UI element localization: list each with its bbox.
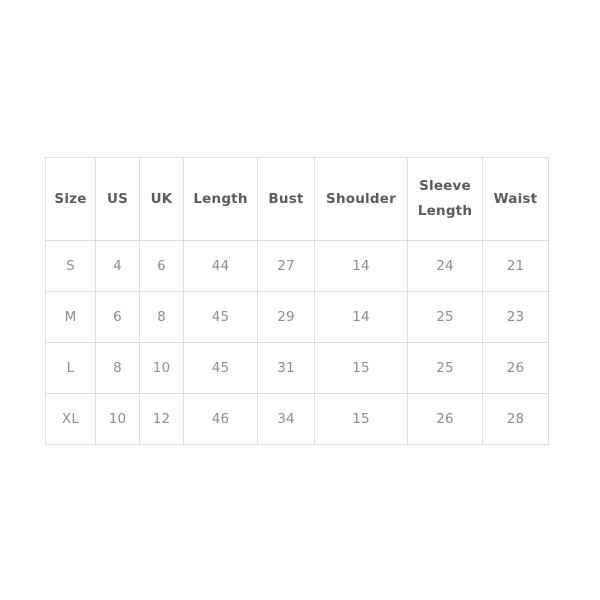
cell-waist: 23 — [482, 291, 549, 343]
size-chart-table: Size US UK Length Bust Shoulder Sleeve L… — [45, 157, 549, 445]
cell-shoulder: 15 — [314, 342, 408, 394]
column-header-uk-line-1: UK — [150, 190, 173, 207]
cell-waist: 28 — [482, 393, 549, 445]
column-header-sleeve-length: Sleeve Length — [407, 157, 483, 241]
column-header-uk: UK — [139, 157, 184, 241]
column-header-us-line-1: US — [106, 190, 129, 207]
cell-bust: 31 — [257, 342, 315, 394]
cell-sleeve-length: 25 — [407, 291, 483, 343]
column-header-length: Length — [183, 157, 258, 241]
column-header-shoulder-line-1: Shoulder — [326, 190, 396, 207]
cell-length: 45 — [183, 291, 258, 343]
cell-length: 45 — [183, 342, 258, 394]
cell-us: 4 — [95, 240, 140, 292]
cell-uk: 8 — [139, 291, 184, 343]
cell-shoulder: 14 — [314, 240, 408, 292]
cell-length: 44 — [183, 240, 258, 292]
column-header-bust-line-1: Bust — [268, 190, 304, 207]
column-header-sleeve-length-line-2: Length — [417, 203, 473, 219]
cell-us: 8 — [95, 342, 140, 394]
cell-us: 6 — [95, 291, 140, 343]
table-row: L 8 10 45 31 15 25 26 — [45, 342, 549, 394]
cell-us: 10 — [95, 393, 140, 445]
column-header-length-line-1: Length — [193, 190, 248, 207]
cell-size: XL — [45, 393, 96, 445]
cell-shoulder: 14 — [314, 291, 408, 343]
table-row: XL 10 12 46 34 15 26 28 — [45, 393, 549, 445]
column-header-size: Size — [45, 157, 96, 241]
cell-bust: 29 — [257, 291, 315, 343]
cell-bust: 27 — [257, 240, 315, 292]
cell-size: L — [45, 342, 96, 394]
cell-waist: 21 — [482, 240, 549, 292]
column-header-waist-line-1: Waist — [493, 190, 538, 207]
column-header-waist: Waist — [482, 157, 549, 241]
cell-uk: 6 — [139, 240, 184, 292]
column-header-sleeve-length-line-1: Sleeve — [419, 178, 471, 195]
cell-waist: 26 — [482, 342, 549, 394]
cell-sleeve-length: 26 — [407, 393, 483, 445]
cell-sleeve-length: 24 — [407, 240, 483, 292]
table-body: S 4 6 44 27 14 24 21 M 6 8 45 29 14 25 2… — [45, 240, 549, 445]
column-header-bust: Bust — [257, 157, 315, 241]
cell-length: 46 — [183, 393, 258, 445]
table-header: Size US UK Length Bust Shoulder Sleeve L… — [45, 157, 549, 241]
cell-shoulder: 15 — [314, 393, 408, 445]
size-chart-container: Size US UK Length Bust Shoulder Sleeve L… — [45, 157, 549, 445]
table-row: S 4 6 44 27 14 24 21 — [45, 240, 549, 292]
column-header-us: US — [95, 157, 140, 241]
column-header-size-line-1: Size — [54, 190, 87, 207]
table-row: M 6 8 45 29 14 25 23 — [45, 291, 549, 343]
cell-uk: 10 — [139, 342, 184, 394]
header-row: Size US UK Length Bust Shoulder Sleeve L… — [45, 157, 549, 241]
cell-sleeve-length: 25 — [407, 342, 483, 394]
cell-size: M — [45, 291, 96, 343]
cell-size: S — [45, 240, 96, 292]
column-header-shoulder: Shoulder — [314, 157, 408, 241]
cell-uk: 12 — [139, 393, 184, 445]
cell-bust: 34 — [257, 393, 315, 445]
